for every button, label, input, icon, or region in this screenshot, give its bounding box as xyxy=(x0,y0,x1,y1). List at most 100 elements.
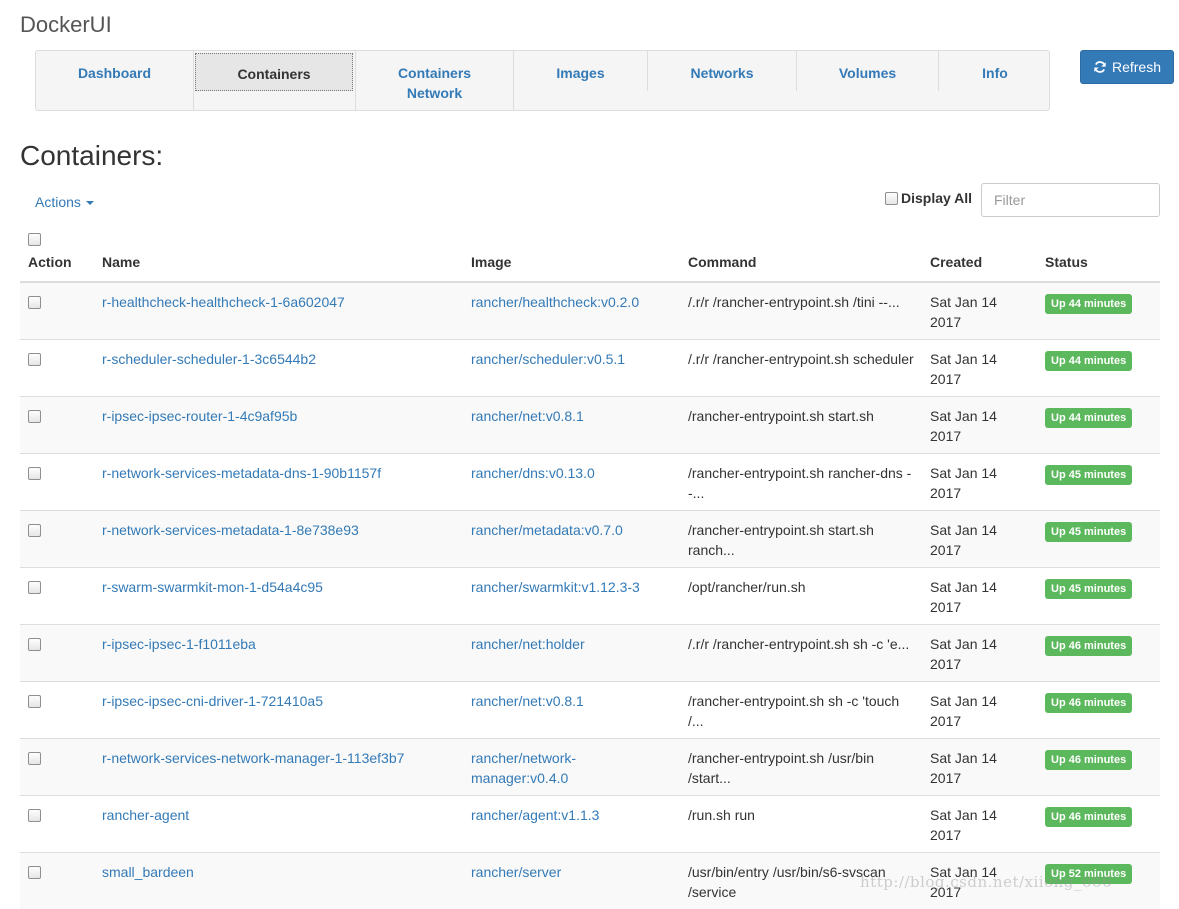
header-created[interactable]: Created xyxy=(922,230,1037,283)
row-command: /.r/r /rancher-entrypoint.sh /tini --... xyxy=(680,282,922,339)
container-name-link[interactable]: r-healthcheck-healthcheck-1-6a602047 xyxy=(102,294,345,310)
header-status[interactable]: Status xyxy=(1037,230,1160,283)
table-row: r-network-services-metadata-dns-1-90b115… xyxy=(20,452,1160,510)
row-status-cell: Up 46 minutes xyxy=(1037,680,1160,738)
container-name-link[interactable]: small_bardeen xyxy=(102,864,194,880)
container-image-link[interactable]: rancher/swarmkit:v1.12.3-3 xyxy=(471,579,640,595)
row-name-cell: r-scheduler-scheduler-1-3c6544b2 xyxy=(94,338,463,396)
table-row: r-network-services-metadata-1-8e738e93 ra… xyxy=(20,509,1160,567)
table-body: r-healthcheck-healthcheck-1-6a602047 ranc… xyxy=(20,282,1160,909)
row-created: Sat Jan 14 2017 xyxy=(922,282,1037,339)
row-name-cell: r-swarm-swarmkit-mon-1-d54a4c95 xyxy=(94,566,463,624)
tab-info[interactable]: Info xyxy=(939,51,1051,91)
row-command: /rancher-entrypoint.sh sh -c 'touch /... xyxy=(680,680,922,738)
row-checkbox[interactable] xyxy=(28,751,41,765)
tab-label: Images xyxy=(556,65,605,81)
tab-label-line1: Containers xyxy=(397,65,472,81)
row-select-cell xyxy=(20,282,94,339)
row-checkbox[interactable] xyxy=(28,466,41,480)
row-created: Sat Jan 14 2017 xyxy=(922,509,1037,567)
tab-images[interactable]: Images xyxy=(514,51,648,91)
filter-input[interactable] xyxy=(981,183,1160,217)
row-select-cell xyxy=(20,851,94,909)
status-badge: Up 45 minutes xyxy=(1045,464,1133,485)
tab-label: Info xyxy=(982,65,1008,81)
container-image-link[interactable]: rancher/healthcheck:v0.2.0 xyxy=(471,294,639,310)
table-row: r-ipsec-ipsec-1-f1011eba rancher/net:hold… xyxy=(20,623,1160,681)
container-image-link[interactable]: rancher/scheduler:v0.5.1 xyxy=(471,351,625,367)
actions-label: Actions xyxy=(35,194,81,210)
row-name-cell: small_bardeen xyxy=(94,851,463,909)
tab-label: Networks xyxy=(690,65,754,81)
tab-dashboard[interactable]: Dashboard xyxy=(36,51,194,111)
row-status-cell: Up 44 minutes xyxy=(1037,395,1160,453)
row-image-cell: rancher/net:holder xyxy=(463,623,680,681)
watermark: http://blog.csdn.net/xiiong_666 xyxy=(860,873,1113,891)
container-name-link[interactable]: r-network-services-metadata-1-8e738e93 xyxy=(102,522,359,538)
row-created: Sat Jan 14 2017 xyxy=(922,452,1037,510)
row-checkbox[interactable] xyxy=(28,808,41,822)
row-checkbox[interactable] xyxy=(28,694,41,708)
row-command: /.r/r /rancher-entrypoint.sh sh -c 'e... xyxy=(680,623,922,681)
status-badge: Up 46 minutes xyxy=(1045,635,1133,656)
container-name-link[interactable]: r-ipsec-ipsec-cni-driver-1-721410a5 xyxy=(102,693,323,709)
row-checkbox[interactable] xyxy=(28,296,41,309)
row-checkbox[interactable] xyxy=(28,637,41,651)
tab-networks[interactable]: Networks xyxy=(648,51,797,91)
row-checkbox[interactable] xyxy=(28,523,41,537)
row-created: Sat Jan 14 2017 xyxy=(922,395,1037,453)
table-row: r-scheduler-scheduler-1-3c6544b2 rancher/… xyxy=(20,338,1160,396)
container-image-link[interactable]: rancher/network-manager:v0.4.0 xyxy=(471,750,576,786)
row-checkbox[interactable] xyxy=(28,409,41,423)
containers-table: Action Name Image Command Created Status… xyxy=(20,230,1160,909)
container-image-link[interactable]: rancher/net:holder xyxy=(471,636,585,652)
row-image-cell: rancher/net:v0.8.1 xyxy=(463,680,680,738)
container-image-link[interactable]: rancher/server xyxy=(471,864,561,880)
select-all-checkbox[interactable] xyxy=(28,233,41,246)
row-select-cell xyxy=(20,794,94,852)
table-row: r-ipsec-ipsec-cni-driver-1-721410a5 ranch… xyxy=(20,680,1160,738)
container-image-link[interactable]: rancher/net:v0.8.1 xyxy=(471,693,584,709)
container-image-link[interactable]: rancher/net:v0.8.1 xyxy=(471,408,584,424)
display-all-checkbox[interactable] xyxy=(885,191,898,205)
display-all-toggle[interactable]: Display All xyxy=(885,190,972,206)
row-status-cell: Up 44 minutes xyxy=(1037,282,1160,339)
container-name-link[interactable]: rancher-agent xyxy=(102,807,189,823)
tab-volumes[interactable]: Volumes xyxy=(797,51,939,91)
row-name-cell: r-ipsec-ipsec-cni-driver-1-721410a5 xyxy=(94,680,463,738)
row-command: /rancher-entrypoint.sh start.sh xyxy=(680,395,922,453)
tab-containers-network[interactable]: Containers Network xyxy=(355,51,514,111)
container-name-link[interactable]: r-network-services-metadata-dns-1-90b115… xyxy=(102,465,381,481)
header-command[interactable]: Command xyxy=(680,230,922,283)
row-command: /.r/r /rancher-entrypoint.sh scheduler xyxy=(680,338,922,396)
table-row: r-swarm-swarmkit-mon-1-d54a4c95 rancher/s… xyxy=(20,566,1160,624)
container-name-link[interactable]: r-ipsec-ipsec-1-f1011eba xyxy=(102,636,256,652)
table-header-row: Action Name Image Command Created Status xyxy=(20,230,1160,283)
row-checkbox[interactable] xyxy=(28,580,41,594)
container-image-link[interactable]: rancher/metadata:v0.7.0 xyxy=(471,522,623,538)
header-name[interactable]: Name xyxy=(94,230,463,283)
container-name-link[interactable]: r-scheduler-scheduler-1-3c6544b2 xyxy=(102,351,316,367)
main-nav: Dashboard Containers Containers Network … xyxy=(35,50,1050,111)
row-status-cell: Up 45 minutes xyxy=(1037,452,1160,510)
row-image-cell: rancher/scheduler:v0.5.1 xyxy=(463,338,680,396)
row-status-cell: Up 44 minutes xyxy=(1037,338,1160,396)
tab-label-line2: Network xyxy=(406,85,463,101)
container-name-link[interactable]: r-ipsec-ipsec-router-1-4c9af95b xyxy=(102,408,297,424)
row-checkbox[interactable] xyxy=(28,352,41,366)
container-name-link[interactable]: r-network-services-network-manager-1-113… xyxy=(102,750,404,766)
row-select-cell xyxy=(20,338,94,396)
row-select-cell xyxy=(20,680,94,738)
container-name-link[interactable]: r-swarm-swarmkit-mon-1-d54a4c95 xyxy=(102,579,323,595)
row-checkbox[interactable] xyxy=(28,865,41,879)
header-action: Action xyxy=(20,230,94,283)
row-select-cell xyxy=(20,623,94,681)
container-image-link[interactable]: rancher/dns:v0.13.0 xyxy=(471,465,595,481)
container-image-link[interactable]: rancher/agent:v1.1.3 xyxy=(471,807,599,823)
row-created: Sat Jan 14 2017 xyxy=(922,680,1037,738)
actions-dropdown[interactable]: Actions xyxy=(35,194,94,210)
tab-containers[interactable]: Containers xyxy=(195,53,353,91)
header-action-label: Action xyxy=(28,254,72,270)
refresh-button[interactable]: Refresh xyxy=(1080,50,1174,84)
header-image[interactable]: Image xyxy=(463,230,680,283)
